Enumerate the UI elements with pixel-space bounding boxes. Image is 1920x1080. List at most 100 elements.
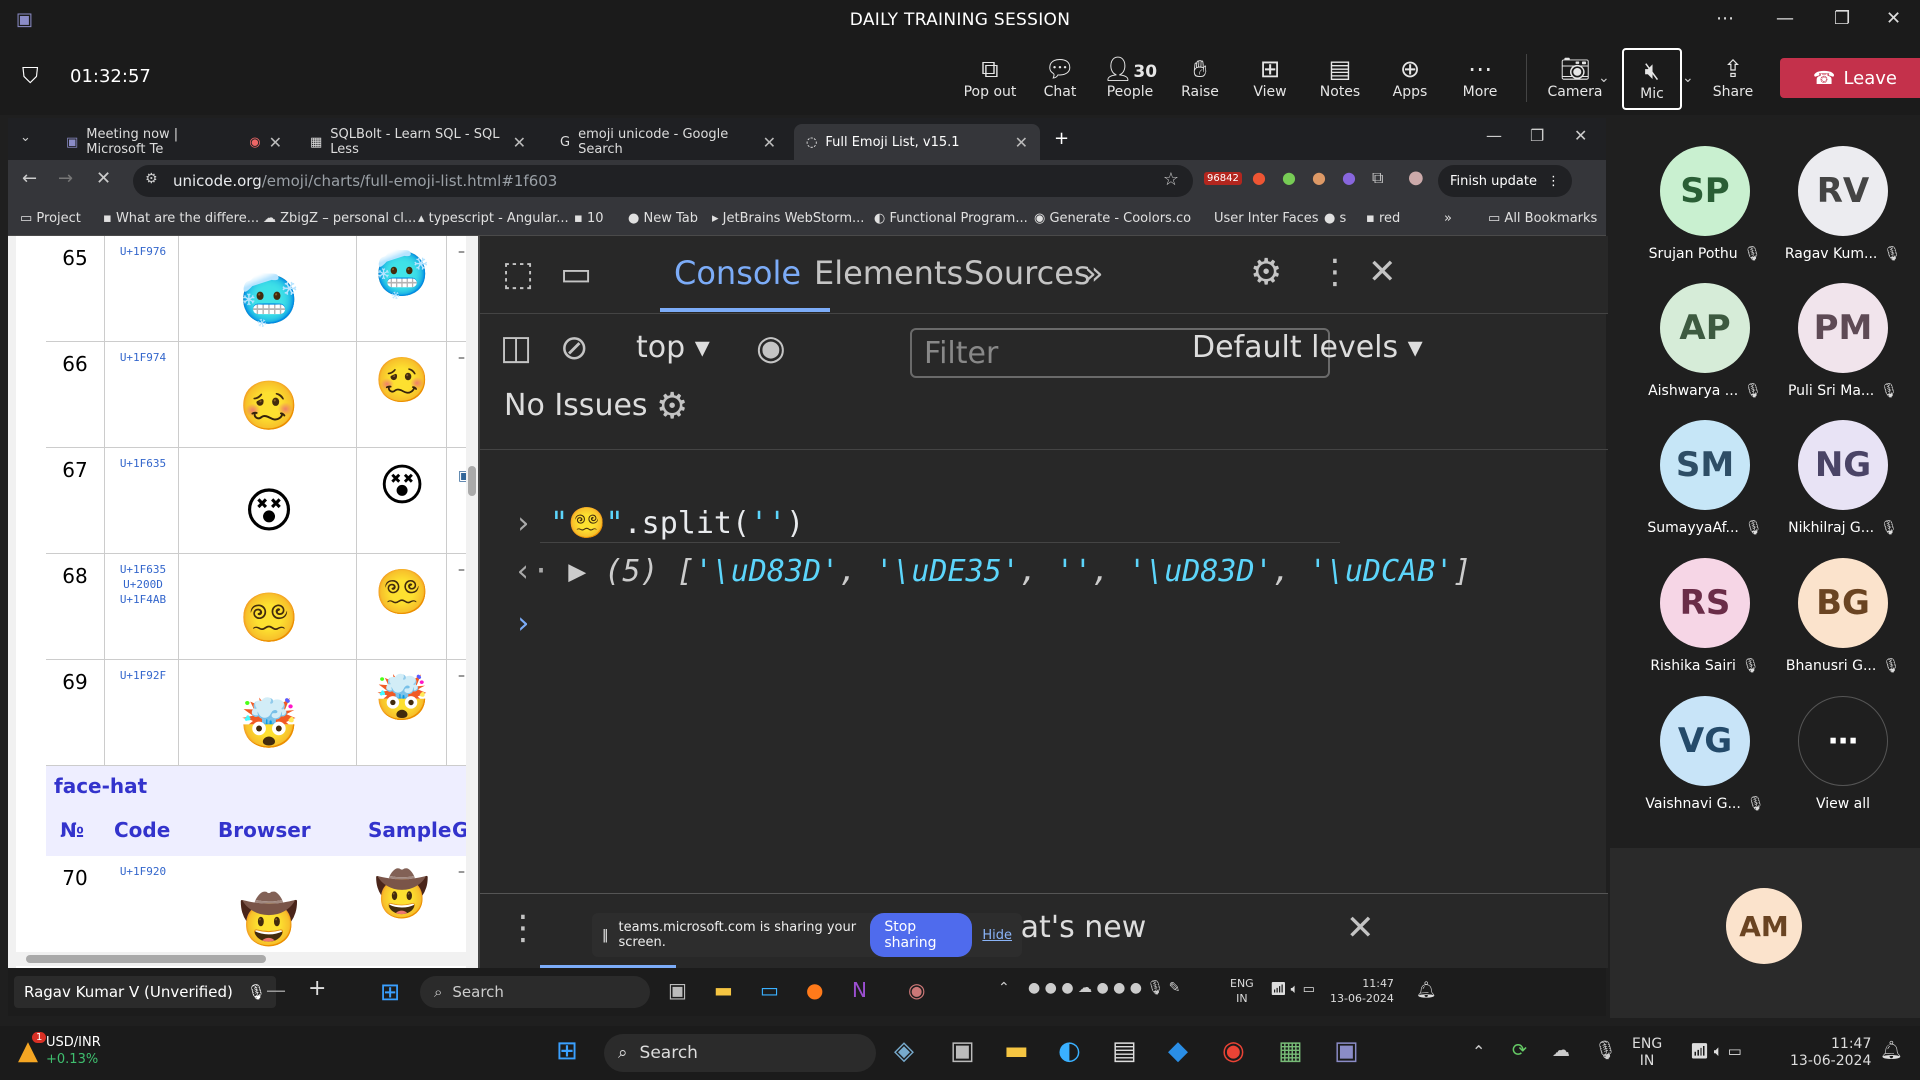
stop-sharing-button[interactable]: Stop sharing	[870, 913, 973, 957]
bookmark-item[interactable]: ▪ 10	[574, 211, 604, 226]
url-input[interactable]: ⚙ unicode.org/emoji/charts/full-emoji-li…	[133, 165, 1193, 197]
console-prompt[interactable]: ›	[514, 606, 532, 641]
kebab-icon[interactable]: ⋮	[1318, 252, 1352, 292]
close-devtools-icon[interactable]: ✕	[1368, 252, 1397, 292]
chat-button[interactable]: 💬︎ Chat	[1029, 54, 1091, 100]
view-all-button[interactable]: ⋯ View all	[1778, 696, 1908, 812]
search-box[interactable]: ⌕ Search	[420, 976, 650, 1008]
participant-tile[interactable]: VG Vaishnavi G... 🎙︎	[1640, 696, 1770, 812]
hide-link[interactable]: Hide	[982, 928, 1012, 943]
close-drawer-icon[interactable]: ✕	[1346, 908, 1375, 948]
finish-update-button[interactable]: Finish update ⋮	[1438, 165, 1572, 197]
close-tab-icon[interactable]: ✕	[763, 133, 776, 152]
puzzle-icon[interactable]: ⧉	[1372, 168, 1383, 188]
console-settings-icon[interactable]: ⚙	[656, 386, 688, 427]
bookmark-item[interactable]: ● New Tab	[628, 211, 698, 226]
cloud-icon[interactable]: ☁	[1552, 1040, 1570, 1061]
self-video-tile[interactable]: AM	[1610, 848, 1920, 1018]
onenote-icon[interactable]: N	[852, 978, 867, 1002]
tray-overflow-icon[interactable]: ⌃	[1472, 1042, 1485, 1061]
task-view-icon[interactable]: ▣	[668, 978, 687, 1002]
tab-sources[interactable]: Sources	[964, 254, 1091, 292]
new-tab-icon[interactable]: +	[1054, 128, 1069, 149]
network-sound-battery-icons[interactable]: 📶︎ 🔈︎ ▭	[1270, 982, 1315, 997]
bookmark-item[interactable]: ▴ typescript - Angular...	[418, 211, 569, 226]
tab-google[interactable]: G emoji unicode - Google Search ✕	[548, 124, 788, 160]
tab-elements[interactable]: Elements	[814, 254, 963, 292]
site-info-icon[interactable]: ⚙	[145, 171, 158, 187]
mic-muted-icon[interactable]: 🎙︎	[1594, 1040, 1617, 1061]
close-tab-icon[interactable]: ✕	[269, 133, 282, 152]
bookmark-item[interactable]: ◐ Functional Program...	[874, 211, 1028, 226]
tab-console[interactable]: Console	[674, 254, 801, 292]
bookmark-item[interactable]: ● s	[1324, 211, 1346, 226]
people-button[interactable]: 👤︎30 People	[1099, 54, 1161, 100]
camera-chevron-icon[interactable]: ⌄	[1598, 70, 1610, 86]
tab-teams[interactable]: ▣ Meeting now | Microsoft Te ◉ ✕	[54, 124, 294, 160]
pop-out-button[interactable]: ⧉ Pop out	[959, 54, 1021, 100]
language-indicator[interactable]: ENG IN	[1632, 1036, 1662, 1070]
minimize-icon[interactable]: —	[1486, 126, 1502, 145]
task-view-icon[interactable]: ▣	[950, 1036, 975, 1066]
more-bookmarks-icon[interactable]: »	[1444, 211, 1452, 226]
all-bookmarks[interactable]: ▭ All Bookmarks	[1488, 211, 1597, 226]
scroll-thumb[interactable]	[26, 955, 266, 963]
extension-icon[interactable]: ●	[1252, 168, 1266, 187]
extension-badge[interactable]: 96842	[1204, 172, 1242, 185]
profile-avatar[interactable]: ●	[1408, 167, 1424, 188]
issues-label[interactable]: No Issues	[504, 388, 648, 423]
extension-icon[interactable]: ●	[1282, 168, 1296, 187]
clock[interactable]: 11:47 13-06-2024	[1790, 1036, 1871, 1070]
copilot-icon[interactable]: ◈	[894, 1036, 914, 1066]
horizontal-scrollbar[interactable]	[16, 952, 466, 966]
participant-tile[interactable]: BG Bhanusri G... 🎙︎	[1778, 558, 1908, 674]
leave-button[interactable]: ☎ Leave	[1780, 58, 1920, 98]
apps-button[interactable]: ⊕ Apps	[1379, 54, 1441, 100]
drawer-menu-icon[interactable]: ⋮	[506, 908, 540, 948]
search-box[interactable]: ⌕ Search	[604, 1034, 876, 1072]
levels-dropdown[interactable]: Default levels ▾	[1192, 330, 1423, 365]
stock-widget[interactable]: ▲ 1 USD/INR +0.13%	[18, 1032, 101, 1068]
bookmark-item[interactable]: ▪ What are the differe...	[103, 211, 259, 226]
teams-icon[interactable]: ▣	[1334, 1036, 1359, 1066]
settings-icon[interactable]: ⚙	[1250, 252, 1282, 293]
minimize-icon[interactable]: —	[1776, 8, 1794, 29]
eye-icon[interactable]: ◉	[756, 328, 786, 368]
participant-tile[interactable]: SM SumayyaAf... 🎙︎	[1640, 420, 1770, 536]
participant-tile[interactable]: PM Puli Sri Ma... 🎙︎	[1778, 283, 1908, 399]
mic-button[interactable]: 🔇︎ Mic	[1622, 48, 1682, 110]
extension-icon[interactable]: ●	[1342, 168, 1356, 187]
plus-icon[interactable]: +	[308, 976, 326, 1001]
store-icon[interactable]: ▤	[1112, 1036, 1137, 1066]
expand-triangle-icon[interactable]: ▶	[568, 554, 586, 589]
participant-tile[interactable]: RV Ragav Kum... 🎙︎	[1778, 146, 1908, 262]
back-icon[interactable]: ←	[22, 168, 37, 189]
sidebar-toggle-icon[interactable]: ◫	[500, 328, 532, 368]
console-input-line[interactable]: › "😵‍💫".split('')	[514, 506, 804, 541]
mic-chevron-icon[interactable]: ⌄	[1682, 70, 1694, 86]
edge-icon[interactable]: ◐	[1058, 1036, 1081, 1066]
more-options-icon[interactable]: ⋯	[1716, 8, 1734, 29]
participant-tile[interactable]: AP Aishwarya ... 🎙︎	[1640, 283, 1770, 399]
section-heading[interactable]: face-hat	[46, 766, 478, 806]
bookmark-item[interactable]: User Inter Faces	[1214, 211, 1319, 226]
bookmark-item[interactable]: ▸ JetBrains WebStorm...	[712, 211, 864, 226]
vertical-scrollbar[interactable]	[466, 236, 478, 968]
tab-sqlbolt[interactable]: ▦ SQLBolt - Learn SQL - SQL Less ✕	[298, 124, 538, 160]
share-button[interactable]: ⇪ Share	[1702, 54, 1764, 100]
notes-button[interactable]: ▤ Notes	[1309, 54, 1371, 100]
notification-bell-icon[interactable]: 🔔︎	[1416, 980, 1436, 999]
tab-search-icon[interactable]: ⌄	[20, 130, 31, 145]
restore-icon[interactable]: ❐	[1530, 126, 1544, 145]
tray-overflow-icon[interactable]: ⌃	[998, 980, 1010, 996]
raise-hand-button[interactable]: ✋︎ Raise	[1169, 54, 1231, 100]
clear-console-icon[interactable]: ⊘	[560, 328, 589, 368]
firefox-icon[interactable]: ●	[806, 978, 823, 1002]
language-indicator[interactable]: ENG IN	[1230, 976, 1254, 1006]
participant-tile[interactable]: NG Nikhilraj G... 🎙︎	[1778, 420, 1908, 536]
monitor-icon[interactable]: ▭	[760, 978, 779, 1002]
notification-bell-icon[interactable]: 🔔︎	[1880, 1040, 1903, 1061]
bookmark-star-icon[interactable]: ☆	[1163, 169, 1179, 190]
restore-icon[interactable]: ❐	[1834, 8, 1850, 29]
bookmark-project[interactable]: ▭ Project	[20, 211, 81, 226]
